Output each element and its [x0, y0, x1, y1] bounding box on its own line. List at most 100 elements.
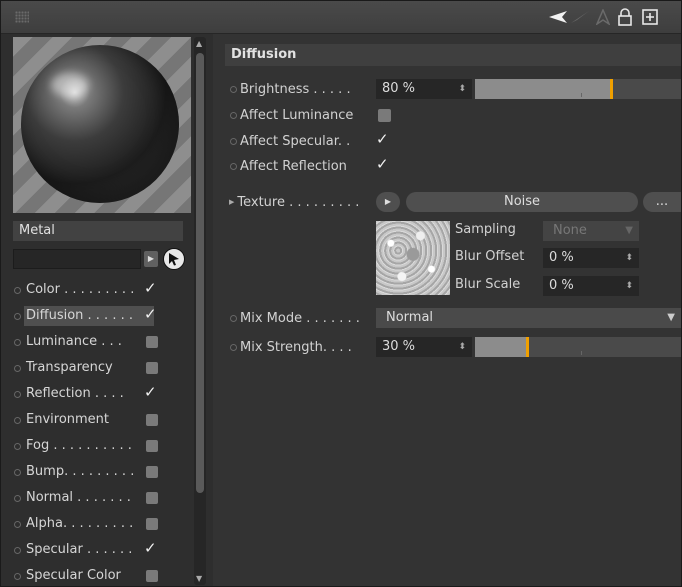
channel-item[interactable]: Luminance . . .: [13, 329, 191, 355]
channel-label[interactable]: Fog . . . . . . . . . .: [24, 436, 154, 456]
channel-checkbox[interactable]: ✓: [144, 279, 157, 297]
channel-label[interactable]: Normal . . . . . . .: [24, 488, 154, 508]
channel-checkbox[interactable]: [146, 362, 158, 374]
mix-mode-dropdown[interactable]: Normal ▼: [376, 308, 681, 328]
animate-dot-icon[interactable]: [14, 338, 21, 346]
channel-label[interactable]: Alpha. . . . . . . . .: [24, 514, 154, 534]
spinner-icon[interactable]: ⬍: [458, 337, 466, 357]
animate-dot-icon[interactable]: [14, 390, 21, 398]
animate-dot-icon[interactable]: [230, 162, 237, 170]
channel-label[interactable]: Specular . . . . . .: [24, 540, 154, 560]
animate-dot-icon[interactable]: [14, 286, 21, 294]
spinner-icon[interactable]: ⬍: [458, 79, 466, 99]
brightness-slider[interactable]: [475, 79, 681, 99]
up-arrow-icon[interactable]: [595, 7, 611, 27]
channel-item[interactable]: Reflection . . . . ✓: [13, 381, 191, 407]
channel-item[interactable]: Color . . . . . . . . . ✓: [13, 277, 191, 303]
channel-checkbox[interactable]: ✓: [144, 383, 157, 401]
animate-dot-icon[interactable]: [14, 572, 21, 580]
channel-label[interactable]: Bump. . . . . . . . .: [24, 462, 154, 482]
material-preview[interactable]: [13, 37, 191, 213]
play-arrow-icon[interactable]: ▶: [144, 251, 158, 267]
channel-item[interactable]: Alpha. . . . . . . . .: [13, 511, 191, 537]
dropdown-arrow-icon: ▼: [625, 225, 633, 236]
animate-dot-icon[interactable]: [14, 468, 21, 476]
channel-checkbox[interactable]: [146, 336, 158, 348]
animate-dot-icon[interactable]: [14, 494, 21, 502]
animate-dot-icon[interactable]: [14, 312, 21, 320]
channel-checkbox[interactable]: [146, 414, 158, 426]
slider-handle[interactable]: [610, 79, 613, 99]
pick-cursor-icon[interactable]: [163, 248, 185, 270]
channel-scrollbar[interactable]: ▲ ▼: [194, 37, 206, 585]
animate-dot-icon[interactable]: [230, 343, 237, 351]
forward-arrow-icon[interactable]: [571, 7, 589, 27]
mix-strength-label: Mix Strength. . . .: [240, 339, 352, 355]
channel-label[interactable]: Color . . . . . . . . .: [24, 280, 154, 300]
mix-strength-input[interactable]: 30 % ⬍: [376, 337, 472, 357]
affect-specular-checkbox[interactable]: ✓: [376, 130, 389, 148]
scroll-down-icon[interactable]: ▼: [196, 574, 202, 583]
blur-offset-value: 0 %: [549, 250, 574, 265]
animate-dot-icon[interactable]: [230, 85, 237, 93]
blur-scale-input[interactable]: 0 % ⬍: [543, 276, 639, 296]
channel-item[interactable]: Specular Color: [13, 563, 191, 586]
channel-checkbox[interactable]: [146, 440, 158, 452]
texture-menu-arrow-icon[interactable]: ▶: [376, 192, 400, 212]
channel-checkbox[interactable]: [146, 466, 158, 478]
slider-handle[interactable]: [526, 337, 529, 357]
channel-checkbox[interactable]: [146, 570, 158, 582]
channel-checkbox[interactable]: [146, 518, 158, 530]
grip-icon[interactable]: [15, 11, 29, 23]
channel-label[interactable]: Diffusion . . . . . .: [24, 306, 154, 326]
channel-filter-field[interactable]: [13, 249, 141, 269]
spinner-icon[interactable]: ⬍: [625, 276, 633, 296]
channel-label[interactable]: Reflection . . . .: [24, 384, 154, 404]
sampling-dropdown[interactable]: None ▼: [543, 221, 639, 241]
animate-dot-icon[interactable]: [230, 314, 237, 322]
channel-item[interactable]: Specular . . . . . . ✓: [13, 537, 191, 563]
channel-label[interactable]: Luminance . . .: [24, 332, 154, 352]
animate-dot-icon[interactable]: [14, 546, 21, 554]
mix-mode-row: Mix Mode . . . . . . .: [229, 307, 360, 329]
animate-dot-icon[interactable]: [14, 442, 21, 450]
mix-strength-slider[interactable]: [475, 337, 681, 357]
blur-offset-input[interactable]: 0 % ⬍: [543, 248, 639, 268]
material-name-field[interactable]: Metal: [13, 221, 183, 241]
animate-dot-icon[interactable]: [14, 364, 21, 372]
affect-luminance-checkbox[interactable]: [378, 109, 391, 122]
toolbar: [1, 1, 681, 34]
channel-item[interactable]: Transparency: [13, 355, 191, 381]
scrollbar-thumb[interactable]: [196, 53, 204, 493]
channel-label[interactable]: Transparency: [24, 358, 154, 378]
texture-more-button[interactable]: ...: [643, 192, 681, 212]
noise-texture-thumbnail[interactable]: [376, 221, 450, 295]
lock-icon[interactable]: [617, 7, 633, 27]
affect-luminance-row: Affect Luminance: [229, 104, 353, 126]
brightness-row: Brightness . . . . .: [229, 78, 351, 100]
affect-luminance-label: Affect Luminance: [240, 107, 354, 123]
channel-item[interactable]: Fog . . . . . . . . . .: [13, 433, 191, 459]
texture-name-button[interactable]: Noise: [406, 192, 638, 212]
channel-item[interactable]: Diffusion . . . . . . ✓: [13, 303, 191, 329]
brightness-input[interactable]: 80 % ⬍: [376, 79, 472, 99]
scroll-up-icon[interactable]: ▲: [196, 39, 202, 48]
channel-item[interactable]: Bump. . . . . . . . .: [13, 459, 191, 485]
channel-item[interactable]: Environment: [13, 407, 191, 433]
expand-arrow-icon[interactable]: ▶: [229, 198, 234, 206]
channel-item[interactable]: Normal . . . . . . .: [13, 485, 191, 511]
channel-checkbox[interactable]: ✓: [144, 305, 157, 323]
channel-label[interactable]: Environment: [24, 410, 154, 430]
animate-dot-icon[interactable]: [14, 520, 21, 528]
channel-checkbox[interactable]: ✓: [144, 539, 157, 557]
blur-scale-label: Blur Scale: [455, 277, 521, 292]
affect-reflection-checkbox[interactable]: ✓: [376, 155, 389, 173]
back-arrow-icon[interactable]: [549, 7, 567, 27]
channel-label[interactable]: Specular Color: [24, 566, 154, 586]
spinner-icon[interactable]: ⬍: [625, 248, 633, 268]
channel-checkbox[interactable]: [146, 492, 158, 504]
new-window-icon[interactable]: [641, 7, 659, 27]
animate-dot-icon[interactable]: [14, 416, 21, 424]
animate-dot-icon[interactable]: [230, 137, 237, 145]
animate-dot-icon[interactable]: [230, 111, 237, 119]
